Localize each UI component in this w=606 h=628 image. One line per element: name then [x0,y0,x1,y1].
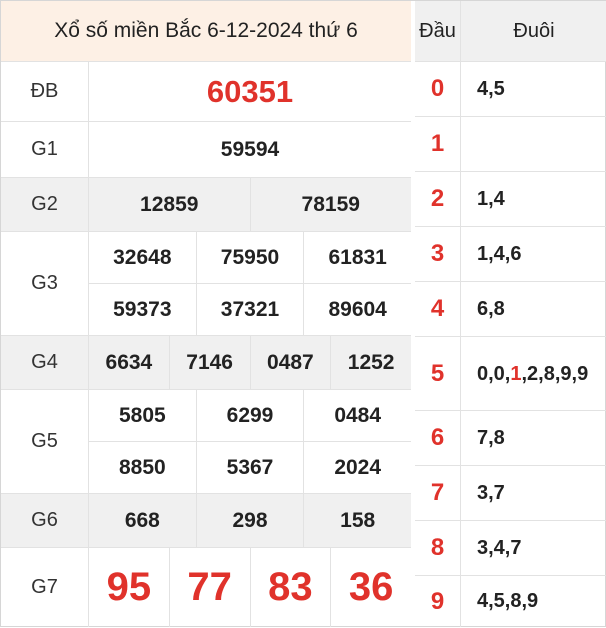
loto-head: 6 [415,411,461,465]
loto-tail: 4,5 [477,77,505,100]
loto-head: 8 [415,521,461,575]
loto-tail: 6,8 [477,297,505,320]
loto-head: 9 [415,576,461,627]
prize-number: 37321 [195,284,304,335]
prize-number: 36 [330,548,411,627]
prize-number: 78159 [249,178,412,231]
loto-tail: 0,0,1,2,8,9,9 [461,337,606,410]
prize-row-g3: G3 32648 75950 61831 59373 37321 89604 [1,232,411,336]
loto-head: 3 [415,227,461,281]
prize-label: G7 [1,548,89,627]
loto-row: 8 3,4,7 [415,521,606,576]
prize-number: 5367 [195,442,304,493]
prize-number: 75950 [195,232,304,283]
results-frame: Xổ số miền Bắc 6-12-2024 thứ 6 ĐB 60351 … [0,0,606,627]
loto-row: 2 1,4 [415,172,606,227]
prize-number: 0484 [303,390,411,441]
loto-head: 7 [415,466,461,520]
prize-number: 77 [168,548,250,627]
tail-text: ,2,8,9,9 [521,362,589,385]
loto-head: 2 [415,172,461,226]
prize-number: 59594 [220,137,280,161]
prize-row-g2: G2 12859 78159 [1,178,411,232]
loto-tail: 4,5,8,9 [477,590,539,612]
head-column-header: Đầu [415,1,461,61]
loto-head: 4 [415,282,461,336]
loto-row: 4 6,8 [415,282,606,337]
prize-label: G6 [1,494,89,547]
loto-tail [461,117,606,171]
tail-text: 0,0, [477,362,511,385]
tail-highlight: 1 [510,362,522,385]
page-title: Xổ số miền Bắc 6-12-2024 thứ 6 [1,1,411,62]
prize-number: 668 [124,508,160,532]
prize-number: 12859 [140,192,199,216]
prize-number: 5805 [118,403,166,427]
prize-label: G2 [1,178,89,231]
prize-label: ĐB [1,62,89,121]
prize-label: G1 [1,122,89,177]
prize-table: Xổ số miền Bắc 6-12-2024 thứ 6 ĐB 60351 … [1,1,411,628]
prize-number: 2024 [303,442,411,493]
loto-tail: 7,8 [477,426,505,449]
prize-number: 1252 [330,336,411,389]
prize-number: 61831 [303,232,411,283]
prize-number: 89604 [303,284,411,335]
special-prize-number: 60351 [206,73,294,109]
tail-column-header: Đuôi [513,19,555,42]
prize-row-g6: G6 668 298 158 [1,494,411,548]
loto-row: 1 [415,117,606,172]
prize-number: 298 [195,494,304,547]
prize-row-g4: G4 6634 7146 0487 1252 [1,336,411,390]
prize-label: G4 [1,336,89,389]
loto-tail: 1,4 [477,187,505,210]
loto-tail: 3,7 [477,481,505,504]
loto-head: 1 [415,117,461,171]
prize-number: 7146 [168,336,250,389]
prize-row-g1: G1 59594 [1,122,411,178]
loto-table: Đầu Đuôi 0 4,5 1 2 1,4 3 1,4,6 4 6,8 5 0… [415,1,606,628]
loto-tail: 1,4,6 [477,242,522,265]
prize-label: G5 [1,390,89,493]
prize-number: 83 [249,548,331,627]
prize-number: 6299 [195,390,304,441]
prize-number: 158 [303,494,411,547]
prize-number: 32648 [113,245,172,269]
prize-label: G3 [1,232,89,335]
prize-number: 6634 [105,350,153,374]
prize-number: 59373 [113,297,172,321]
prize-number: 8850 [118,455,166,479]
loto-row: 9 4,5,8,9 [415,576,606,627]
prize-number: 0487 [249,336,331,389]
prize-row-g7: G7 95 77 83 36 [1,548,411,627]
loto-row: 3 1,4,6 [415,227,606,282]
loto-head: 5 [415,337,461,410]
loto-head: 0 [415,62,461,116]
loto-row: 6 7,8 [415,411,606,466]
prize-row-db: ĐB 60351 [1,62,411,122]
prize-number: 95 [106,565,152,609]
prize-row-g5: G5 5805 6299 0484 8850 5367 2024 [1,390,411,494]
loto-tail: 3,4,7 [477,536,522,559]
loto-row: 5 0,0,1,2,8,9,9 [415,337,606,411]
loto-row: 0 4,5 [415,62,606,117]
loto-row: 7 3,7 [415,466,606,521]
loto-header: Đầu Đuôi [415,1,606,62]
